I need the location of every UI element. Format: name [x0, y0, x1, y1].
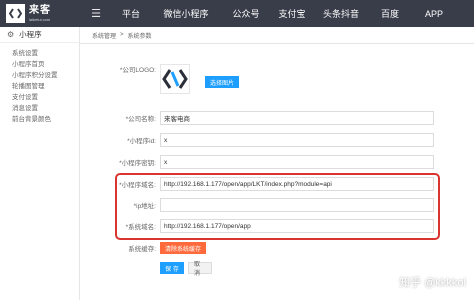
sidebar-item-bg-color[interactable]: 前台背景颜色: [0, 112, 79, 123]
appid-label: *小程序id:: [127, 138, 156, 145]
top-bar: 来客 laiketui.com ☰ 平台 微信小程序 公众号 支付宝 头条抖音 …: [0, 0, 474, 27]
secret-label: *小程序密钥:: [119, 160, 156, 167]
sidebar-header[interactable]: ⚙ 小程序: [0, 27, 79, 43]
sidebar-item-payment[interactable]: 支付设置: [0, 90, 79, 101]
highlight-annotation: [115, 173, 440, 240]
clear-cache-button[interactable]: 清除系统缓存: [160, 242, 207, 254]
choose-image-button[interactable]: 选择图片: [205, 76, 240, 88]
company-logo-preview: [160, 64, 190, 94]
sidebar: ⚙ 小程序 系统设置 小程序首页 小程序积分设置 轮播图管理 支付设置 消息设置…: [0, 27, 80, 300]
settings-form: *公司LOGO: 选择图片 *公司名称: 来客电商 *小程序id: x *小程序…: [80, 44, 474, 300]
brand-domain: laiketui.com: [29, 16, 51, 22]
nav-item-official-account[interactable]: 公众号: [222, 0, 270, 27]
sidebar-item-home[interactable]: 小程序首页: [0, 57, 79, 68]
nav-item-wechat-mini[interactable]: 微信小程序: [150, 0, 222, 27]
sidebar-item-messages[interactable]: 消息设置: [0, 101, 79, 112]
breadcrumb-current: 系统参数: [127, 33, 152, 40]
sidebar-item-points[interactable]: 小程序积分设置: [0, 68, 79, 79]
secret-input[interactable]: x: [160, 155, 434, 169]
cancel-button[interactable]: 取 消: [188, 262, 212, 277]
brand-name: 来客: [29, 4, 51, 16]
sidebar-item-carousel[interactable]: 轮播图管理: [0, 79, 79, 90]
sidebar-item-system-settings[interactable]: 系统设置: [0, 46, 79, 57]
nav-item-platform[interactable]: 平台: [112, 0, 150, 27]
brand-mark-icon: [6, 4, 25, 23]
breadcrumb-separator: >: [120, 32, 124, 38]
save-button[interactable]: 保 存: [160, 262, 184, 274]
gear-icon: ⚙: [7, 30, 15, 39]
company-name-label: *公司名称:: [125, 116, 156, 123]
nav-item-alipay[interactable]: 支付宝: [270, 0, 314, 27]
top-nav: 平台 微信小程序 公众号 支付宝 头条抖音 百度 APP: [112, 0, 456, 27]
logo-label: *公司LOGO:: [119, 67, 156, 74]
appid-input[interactable]: x: [160, 133, 434, 147]
nav-item-baidu[interactable]: 百度: [368, 0, 412, 27]
menu-toggle-icon[interactable]: ☰: [80, 0, 112, 27]
cache-label: 系统缓存:: [128, 246, 156, 253]
sidebar-title: 小程序: [19, 30, 42, 39]
brand-logo: 来客 laiketui.com: [0, 0, 80, 27]
nav-item-toutiao[interactable]: 头条抖音: [314, 0, 368, 27]
watermark: 知乎 @kkkkol: [399, 277, 466, 289]
company-name-input[interactable]: 来客电商: [160, 111, 434, 125]
breadcrumb-parent[interactable]: 系统管理: [92, 31, 116, 40]
nav-item-app[interactable]: APP: [412, 0, 456, 27]
breadcrumb: 系统管理 > 系统参数: [80, 27, 474, 44]
company-logo-icon: [162, 66, 188, 92]
